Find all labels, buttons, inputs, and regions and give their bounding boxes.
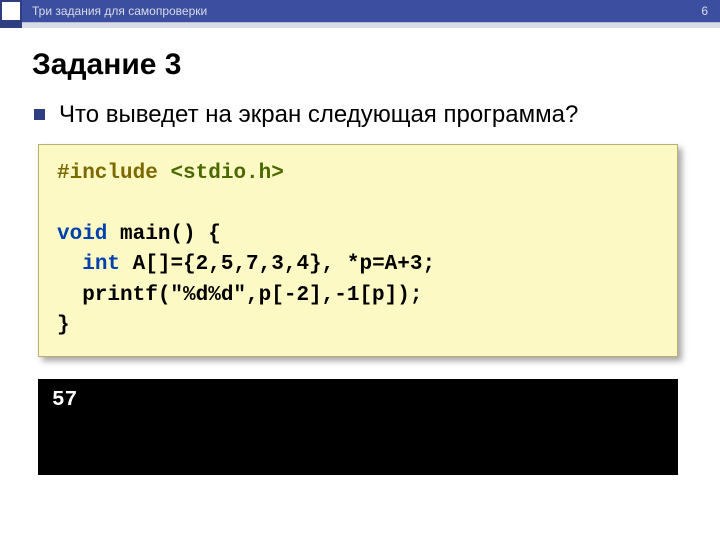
code-close-brace: } <box>57 314 70 337</box>
bullet-square-icon <box>34 109 45 120</box>
page-title: Задание 3 <box>32 48 692 82</box>
code-declaration: A[]={2,5,7,3,4}, *p=A+3; <box>120 253 435 276</box>
page-number: 6 <box>701 4 708 18</box>
code-include-keyword: #include <box>57 162 158 185</box>
code-void-keyword: void <box>57 223 107 246</box>
header-square-icon <box>0 0 22 22</box>
code-int-keyword: int <box>82 253 120 276</box>
breadcrumb: Три задания для самопроверки <box>32 4 701 18</box>
slide-body: Задание 3 Что выведет на экран следующая… <box>0 28 720 475</box>
code-include-header: <stdio.h> <box>170 162 283 185</box>
header-underline <box>0 22 720 28</box>
code-printf-line: printf("%d%d",p[-2],-1[p]); <box>57 284 422 307</box>
bullet-item: Что выведет на экран следующая программа… <box>34 100 692 130</box>
question-text: Что выведет на экран следующая программа… <box>59 100 578 130</box>
slide-header-bar: Три задания для самопроверки 6 <box>0 0 720 22</box>
output-console: 57 <box>38 379 678 475</box>
output-text: 57 <box>52 389 77 412</box>
slide: Три задания для самопроверки 6 Задание 3… <box>0 0 720 540</box>
code-block: #include <stdio.h> void main() { int A[]… <box>38 144 678 357</box>
code-main-signature: main() { <box>107 223 220 246</box>
